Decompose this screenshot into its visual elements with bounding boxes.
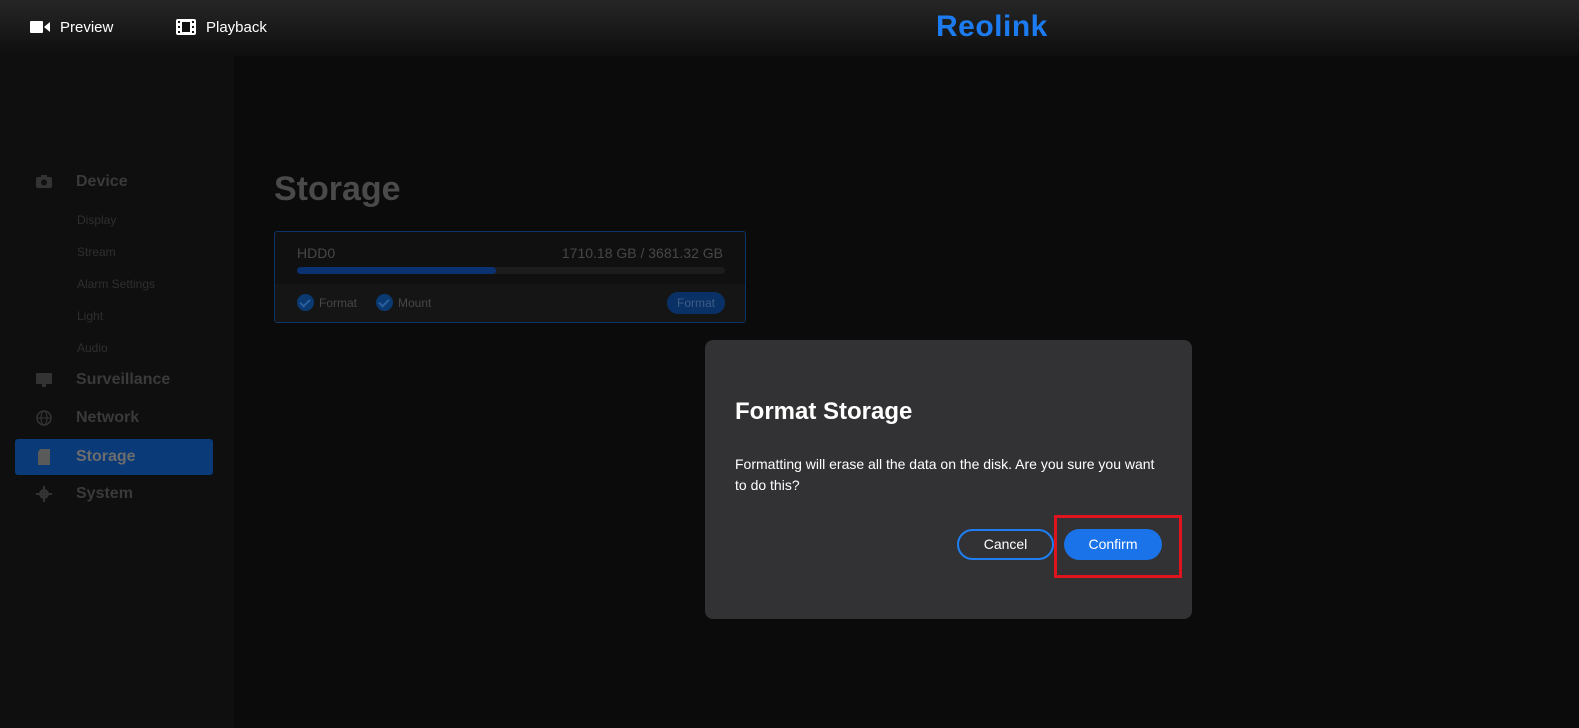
sidebar-subitem-alarm-settings[interactable]: Alarm Settings	[77, 277, 155, 291]
disk-card: HDD0 1710.18 GB / 3681.32 GB Format Moun…	[274, 231, 746, 323]
monitor-icon	[36, 373, 52, 387]
disk-usage-bar	[297, 267, 725, 274]
sidebar-item-storage[interactable]: Storage	[15, 439, 213, 475]
sidebar-item-surveillance[interactable]: Surveillance	[15, 362, 213, 398]
check-icon	[376, 294, 393, 311]
check-icon	[297, 294, 314, 311]
sidebar-subitem-light[interactable]: Light	[77, 309, 103, 323]
sidebar-subitem-stream[interactable]: Stream	[77, 245, 116, 259]
globe-icon	[36, 410, 52, 426]
sidebar-subitem-audio[interactable]: Audio	[77, 341, 108, 355]
nav-playback[interactable]: Playback	[176, 0, 267, 54]
sidebar-item-label: Device	[76, 173, 128, 190]
video-camera-icon	[30, 21, 50, 33]
format-button[interactable]: Format	[666, 292, 725, 314]
camera-icon	[36, 175, 52, 188]
sidebar-item-network[interactable]: Network	[15, 400, 213, 436]
nav-playback-label: Playback	[206, 18, 267, 36]
sidebar-item-label: Surveillance	[76, 371, 171, 388]
sidebar-item-label: Storage	[76, 448, 136, 465]
sidebar-subitem-display[interactable]: Display	[77, 213, 116, 227]
format-checkbox-label: Format	[319, 295, 358, 310]
gear-icon	[36, 486, 52, 502]
disk-name: HDD0	[297, 245, 336, 261]
dialog-title: Format Storage	[735, 398, 913, 425]
sd-card-icon	[38, 449, 50, 465]
mount-checkbox-label: Mount	[398, 295, 432, 310]
sidebar: Device Display Stream Alarm Settings Lig…	[0, 56, 234, 728]
disk-usage: 1710.18 GB / 3681.32 GB	[561, 245, 723, 261]
sidebar-item-device[interactable]: Device	[15, 164, 213, 200]
film-icon	[176, 19, 196, 35]
highlight-box	[1054, 515, 1182, 578]
nav-preview[interactable]: Preview	[30, 0, 113, 54]
sidebar-item-label: Network	[76, 409, 140, 426]
mount-checkbox[interactable]: Mount	[376, 294, 431, 311]
disk-usage-bar-fill	[297, 267, 497, 274]
format-checkbox[interactable]: Format	[297, 294, 357, 311]
reolink-logo[interactable]: Reolink	[936, 10, 1048, 44]
top-bar: Preview Playback Reolink	[0, 0, 1579, 56]
nav-preview-label: Preview	[60, 18, 114, 36]
sidebar-item-label: System	[76, 485, 133, 502]
cancel-button[interactable]: Cancel	[957, 529, 1054, 560]
sidebar-item-system[interactable]: System	[15, 476, 213, 512]
page-title: Storage	[274, 170, 401, 208]
dialog-message: Formatting will erase all the data on th…	[735, 456, 1155, 493]
disk-card-footer: Format Mount Format	[275, 284, 745, 322]
